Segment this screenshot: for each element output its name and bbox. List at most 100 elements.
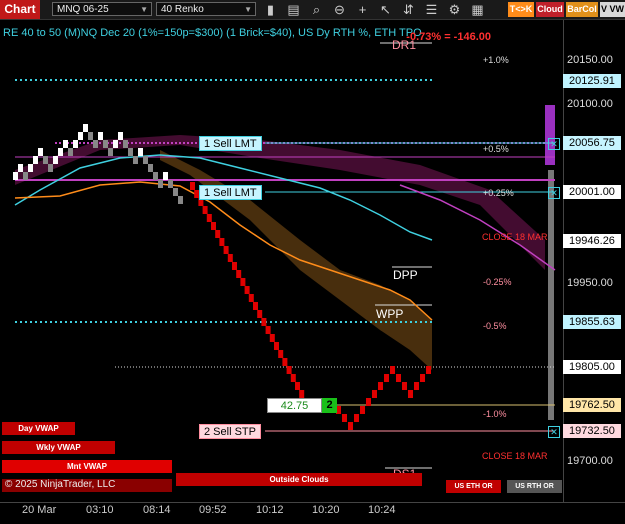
chart-trader-icon[interactable]: ▦ [469,1,486,18]
tpo-bar [548,170,554,420]
time-label: 20 Mar [22,504,57,516]
minus-1-label: -1.0% [483,409,507,419]
minus-025-label: -0.25% [483,277,512,287]
entry-price-box[interactable]: 42.75 [267,398,322,413]
us-eth-or-legend: US ETH OR [446,480,501,493]
close-mar-label-2: CLOSE 18 MAR [482,451,548,461]
draw-icon[interactable]: ↖ [377,1,394,18]
price-box: 20125.91 [563,74,621,88]
list-icon[interactable]: ☰ [423,1,440,18]
chart-panel[interactable]: RE 40 to 50 (M)NQ Dec 20 (1%=150p=$300) … [0,20,563,502]
daily-cloud [160,150,432,370]
measure-icon[interactable]: ⇵ [400,1,417,18]
barcol-button[interactable]: BarCol [566,2,598,17]
renko-brick [396,374,401,382]
price-label: 20150.00 [567,54,613,66]
price-box: 19732.50 [563,424,621,438]
renko-brick [133,156,138,164]
zoom-out-icon[interactable]: ⊖ [331,1,348,18]
renko-brick [23,172,28,180]
wpp-label: WPP [376,307,404,321]
renko-brick [414,382,419,390]
properties-icon[interactable]: ⚙ [446,1,463,18]
time-label: 10:12 [256,504,284,516]
volume-profile [545,105,555,165]
percent-change: -0.73% = -146.00 [406,31,491,43]
mnt-vwap-legend: Mnt VWAP [2,460,172,473]
bar-type-selector[interactable]: 40 Renko ▼ [156,2,256,16]
renko-brick [215,230,221,238]
renko-brick [282,358,288,366]
time-label: 08:14 [143,504,171,516]
renko-brick [143,156,148,164]
time-label: 03:10 [86,504,114,516]
renko-brick [153,172,158,180]
renko-brick [83,124,88,132]
chart-menu-button[interactable]: Chart [0,0,40,19]
renko-brick [372,390,377,398]
minus-05-label: -0.5% [483,321,507,331]
price-box: 20001.00 [563,185,621,199]
renko-brick [390,366,395,374]
cancel-order-icon[interactable]: ✕ [548,138,560,150]
renko-brick [148,164,153,172]
sell-lmt-order-2[interactable]: 1 Sell LMT [199,185,262,200]
data-box-icon[interactable]: ▤ [285,1,302,18]
cancel-order-icon[interactable]: ✕ [548,187,560,199]
renko-brick [265,326,271,334]
renko-brick [274,342,279,350]
price-box: 19855.63 [563,315,621,329]
renko-brick [402,382,407,390]
renko-brick [68,148,73,156]
renko-brick [53,156,58,164]
time-label: 10:24 [368,504,396,516]
instrument-selector[interactable]: MNQ 06-25 ▼ [52,2,152,16]
us-rth-or-legend: US RTH OR [507,480,562,493]
renko-brick [63,140,68,148]
renko-brick [98,132,103,140]
chevron-down-icon: ▼ [244,5,252,14]
time-label: 09:52 [199,504,227,516]
bar-type-value: 40 Renko [161,4,204,15]
renko-brick [113,140,118,148]
renko-brick [244,286,250,294]
time-label: 10:20 [312,504,340,516]
renko-brick [211,222,216,230]
price-box: 19946.26 [563,234,621,248]
renko-brick [257,310,263,318]
tk-button[interactable]: T<>K [508,2,534,17]
chart-toolbar: Chart MNQ 06-25 ▼ 40 Renko ▼ ▮ ▤ ⌕ ⊖ + ↖… [0,0,625,20]
price-label: 20100.00 [567,98,613,110]
renko-brick [190,182,195,190]
outside-clouds-legend: Outside Clouds [176,473,422,486]
renko-brick [202,206,208,214]
day-vwap-legend: Day VWAP [2,422,75,435]
renko-brick [38,148,43,156]
renko-brick [78,132,83,140]
renko-brick [348,422,353,430]
dpp-label: DPP [393,268,418,282]
vvw-button[interactable]: V VW [600,2,625,17]
renko-brick [93,140,98,148]
zoom-icon[interactable]: ⌕ [308,1,325,18]
sell-lmt-order-1[interactable]: 1 Sell LMT [199,136,262,151]
renko-brick [248,294,254,302]
renko-brick [269,334,275,342]
renko-brick [366,398,371,406]
renko-brick [354,414,359,422]
chart-canvas [13,42,556,469]
crosshair-icon[interactable]: + [354,1,371,18]
renko-brick [103,140,108,148]
bar-chart-icon[interactable]: ▮ [262,1,279,18]
cloud-button[interactable]: Cloud [536,2,564,17]
close-mar-label-1: CLOSE 18 MAR [482,232,548,242]
cancel-order-icon[interactable]: ✕ [548,426,560,438]
position-qty[interactable]: 2 [322,398,337,413]
price-box: 19805.00 [563,360,621,374]
renko-brick [206,214,212,222]
plus-1-label: +1.0% [483,55,509,65]
renko-brick [384,374,389,382]
sell-stp-order[interactable]: 2 Sell STP [199,424,261,439]
renko-brick [123,140,128,148]
renko-brick [223,246,229,254]
